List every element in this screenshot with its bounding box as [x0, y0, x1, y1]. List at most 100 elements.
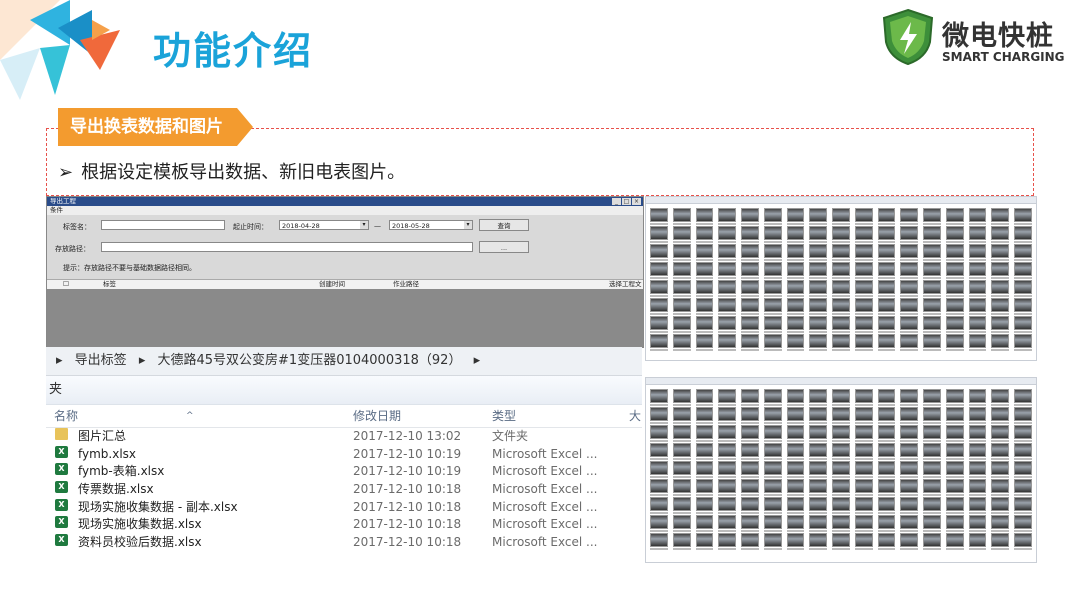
- meter-photo-thumbnail[interactable]: [900, 479, 919, 496]
- meter-photo-thumbnail[interactable]: [786, 280, 805, 297]
- meter-photo-thumbnail[interactable]: [991, 244, 1010, 261]
- meter-photo-thumbnail[interactable]: [741, 497, 759, 514]
- meter-photo-thumbnail[interactable]: [945, 244, 964, 261]
- chevron-right-icon[interactable]: ▸: [474, 353, 481, 368]
- meter-photo-thumbnail[interactable]: [672, 280, 691, 297]
- meter-photo-thumbnail[interactable]: [854, 425, 873, 442]
- meter-photo-thumbnail[interactable]: [695, 226, 714, 243]
- meter-photo-thumbnail[interactable]: [854, 389, 873, 406]
- meter-photo-thumbnail[interactable]: [923, 407, 941, 424]
- meter-photo-thumbnail[interactable]: [945, 389, 964, 406]
- meter-photo-thumbnail[interactable]: [741, 226, 759, 243]
- meter-photo-thumbnail[interactable]: [832, 515, 850, 532]
- meter-photo-thumbnail[interactable]: [650, 407, 668, 424]
- meter-photo-thumbnail[interactable]: [741, 407, 759, 424]
- maximize-icon[interactable]: □: [622, 198, 631, 205]
- meter-photo-thumbnail[interactable]: [991, 407, 1010, 424]
- meter-photo-thumbnail[interactable]: [695, 334, 714, 351]
- meter-photo-thumbnail[interactable]: [991, 316, 1010, 333]
- meter-photo-thumbnail[interactable]: [832, 226, 850, 243]
- meter-photo-thumbnail[interactable]: [991, 262, 1010, 279]
- meter-photo-thumbnail[interactable]: [968, 533, 987, 550]
- meter-photo-thumbnail[interactable]: [672, 208, 691, 225]
- meter-photo-thumbnail[interactable]: [786, 316, 805, 333]
- meter-photo-thumbnail[interactable]: [991, 298, 1010, 315]
- select-all-checkbox[interactable]: ☐: [63, 280, 69, 289]
- meter-photo-thumbnail[interactable]: [672, 262, 691, 279]
- meter-photo-thumbnail[interactable]: [968, 497, 987, 514]
- meter-photo-thumbnail[interactable]: [945, 479, 964, 496]
- meter-photo-thumbnail[interactable]: [763, 497, 782, 514]
- meter-photo-thumbnail[interactable]: [786, 479, 805, 496]
- file-row[interactable]: X 资料员校验后数据.xlsx 2017-12-10 10:18 Microsoft …: [46, 534, 642, 552]
- meter-photo-thumbnail[interactable]: [945, 208, 964, 225]
- meter-photo-thumbnail[interactable]: [718, 298, 737, 315]
- meter-photo-thumbnail[interactable]: [650, 425, 668, 442]
- meter-photo-thumbnail[interactable]: [809, 515, 828, 532]
- meter-photo-thumbnail[interactable]: [854, 262, 873, 279]
- meter-photo-thumbnail[interactable]: [650, 443, 668, 460]
- export-grid-body[interactable]: [47, 289, 643, 347]
- minimize-icon[interactable]: _: [612, 198, 621, 205]
- browse-button[interactable]: ...: [479, 241, 529, 253]
- meter-photo-thumbnail[interactable]: [923, 316, 941, 333]
- meter-photo-thumbnail[interactable]: [900, 443, 919, 460]
- meter-photo-thumbnail[interactable]: [650, 280, 668, 297]
- meter-photo-thumbnail[interactable]: [923, 208, 941, 225]
- meter-photo-thumbnail[interactable]: [877, 280, 896, 297]
- meter-photo-thumbnail[interactable]: [945, 226, 964, 243]
- meter-photo-thumbnail[interactable]: [695, 262, 714, 279]
- meter-photo-thumbnail[interactable]: [650, 244, 668, 261]
- meter-photo-thumbnail[interactable]: [718, 334, 737, 351]
- meter-photo-thumbnail[interactable]: [1014, 262, 1032, 279]
- meter-photo-thumbnail[interactable]: [741, 280, 759, 297]
- meter-photo-thumbnail[interactable]: [718, 262, 737, 279]
- meter-photo-thumbnail[interactable]: [763, 443, 782, 460]
- meter-photo-thumbnail[interactable]: [991, 425, 1010, 442]
- meter-photo-thumbnail[interactable]: [809, 316, 828, 333]
- meter-photo-thumbnail[interactable]: [650, 389, 668, 406]
- meter-photo-thumbnail[interactable]: [718, 208, 737, 225]
- meter-photo-thumbnail[interactable]: [672, 497, 691, 514]
- meter-photo-thumbnail[interactable]: [672, 533, 691, 550]
- meter-photo-thumbnail[interactable]: [968, 226, 987, 243]
- meter-photo-thumbnail[interactable]: [900, 389, 919, 406]
- meter-photo-thumbnail[interactable]: [923, 425, 941, 442]
- meter-photo-thumbnail[interactable]: [968, 461, 987, 478]
- meter-photo-thumbnail[interactable]: [900, 280, 919, 297]
- meter-photo-thumbnail[interactable]: [786, 461, 805, 478]
- end-date-select[interactable]: 2018-05-28: [389, 220, 473, 230]
- meter-photo-thumbnail[interactable]: [968, 208, 987, 225]
- meter-photo-thumbnail[interactable]: [809, 298, 828, 315]
- meter-photo-thumbnail[interactable]: [809, 461, 828, 478]
- meter-photo-thumbnail[interactable]: [854, 533, 873, 550]
- meter-photo-thumbnail[interactable]: [718, 389, 737, 406]
- meter-photo-thumbnail[interactable]: [741, 262, 759, 279]
- breadcrumb-item-folder[interactable]: 大德路45号双公变房#1变压器0104000318（92）: [158, 353, 462, 368]
- meter-photo-thumbnail[interactable]: [832, 389, 850, 406]
- meter-photo-thumbnail[interactable]: [832, 244, 850, 261]
- meter-photo-thumbnail[interactable]: [786, 244, 805, 261]
- meter-photo-thumbnail[interactable]: [718, 479, 737, 496]
- meter-photo-thumbnail[interactable]: [968, 443, 987, 460]
- meter-photo-thumbnail[interactable]: [991, 280, 1010, 297]
- meter-photo-thumbnail[interactable]: [672, 244, 691, 261]
- meter-photo-thumbnail[interactable]: [809, 262, 828, 279]
- meter-photo-thumbnail[interactable]: [786, 425, 805, 442]
- meter-photo-thumbnail[interactable]: [650, 497, 668, 514]
- meter-photo-thumbnail[interactable]: [672, 515, 691, 532]
- meter-photo-thumbnail[interactable]: [695, 533, 714, 550]
- meter-photo-thumbnail[interactable]: [1014, 334, 1032, 351]
- meter-photo-thumbnail[interactable]: [945, 515, 964, 532]
- meter-photo-thumbnail[interactable]: [877, 479, 896, 496]
- meter-photo-thumbnail[interactable]: [1014, 425, 1032, 442]
- meter-photo-thumbnail[interactable]: [968, 425, 987, 442]
- meter-photo-thumbnail[interactable]: [763, 407, 782, 424]
- meter-photo-thumbnail[interactable]: [672, 226, 691, 243]
- meter-photo-thumbnail[interactable]: [672, 298, 691, 315]
- meter-photo-thumbnail[interactable]: [991, 334, 1010, 351]
- meter-photo-thumbnail[interactable]: [763, 389, 782, 406]
- meter-photo-thumbnail[interactable]: [718, 226, 737, 243]
- meter-photo-thumbnail[interactable]: [945, 461, 964, 478]
- meter-photo-thumbnail[interactable]: [854, 226, 873, 243]
